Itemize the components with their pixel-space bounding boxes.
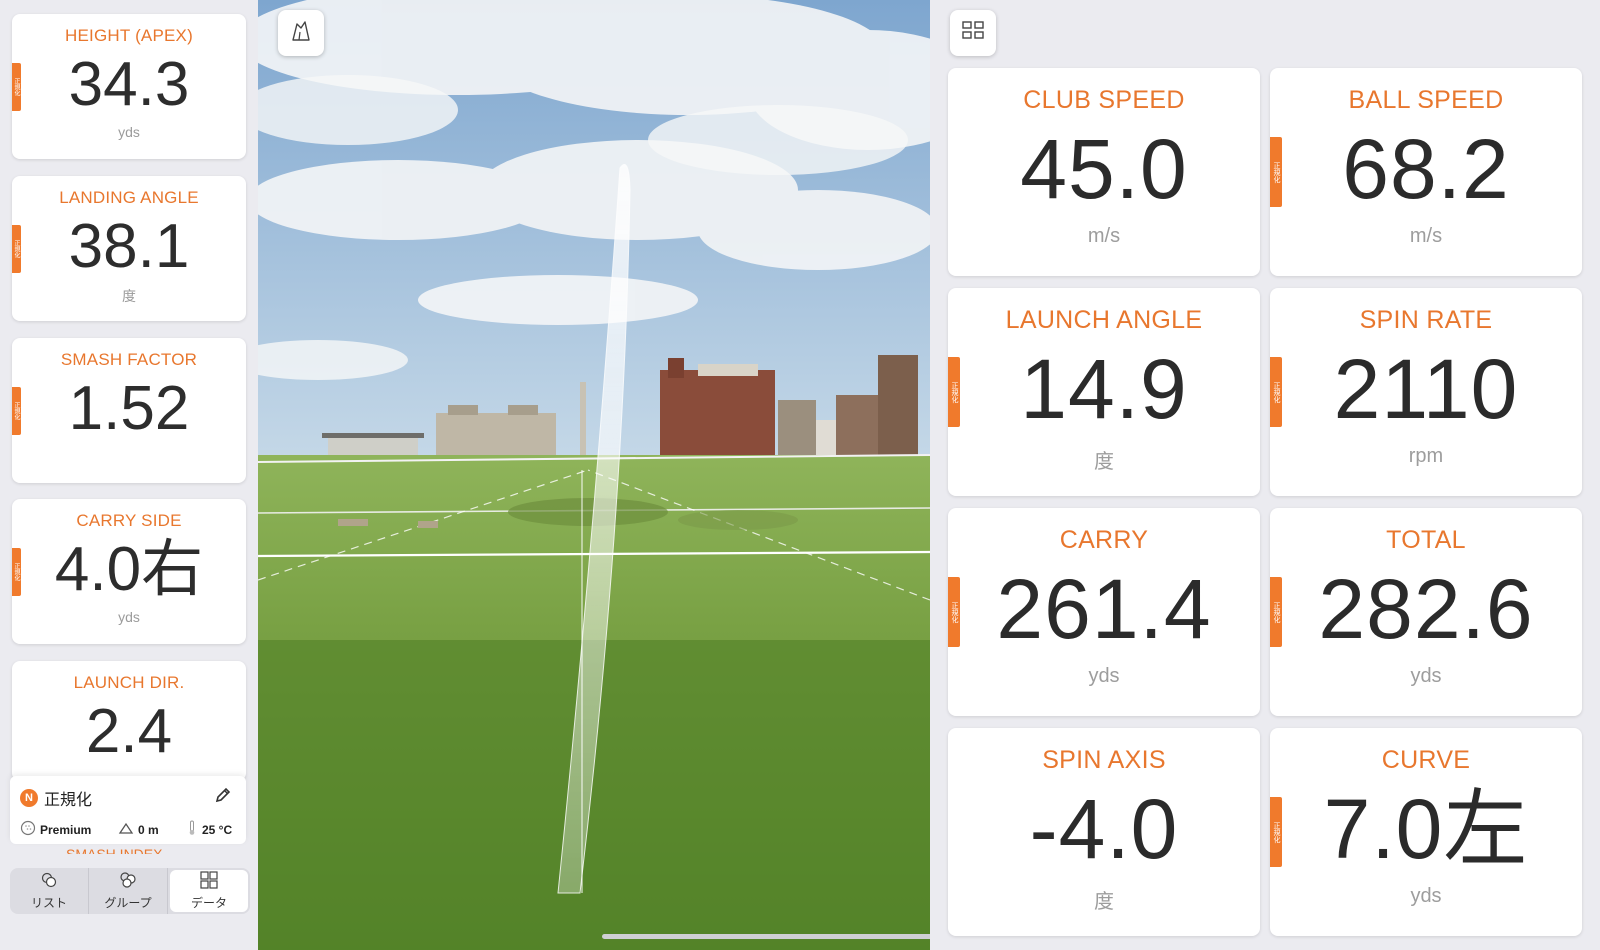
metric-card-launch-angle[interactable]: 正規化 LAUNCH ANGLE 14.9 度 <box>948 288 1260 496</box>
hidden-metric-peek: SMASH INDEX <box>66 846 163 854</box>
tab-list[interactable]: リスト <box>10 868 89 914</box>
pencil-edit-icon[interactable] <box>212 784 234 806</box>
metric-card-total[interactable]: 正規化 TOTAL 282.6 yds <box>1270 508 1582 716</box>
metric-label: CARRY <box>1059 526 1149 554</box>
normalized-tag: 正規化 <box>12 62 21 111</box>
metric-label: SPIN AXIS <box>1042 746 1166 774</box>
normalized-tag: 正規化 <box>948 357 960 427</box>
metric-label: TOTAL <box>1386 526 1466 554</box>
metric-value: 261.4 <box>996 562 1212 656</box>
metric-unit: m/s <box>1087 225 1121 247</box>
metric-card-ball-speed[interactable]: 正規化 BALL SPEED 68.2 m/s <box>1270 68 1582 276</box>
layout-grid-button[interactable] <box>950 10 996 56</box>
metric-label: CARRY SIDE <box>76 511 182 530</box>
metric-label: SPIN RATE <box>1359 306 1493 334</box>
course-scene-illustration <box>258 0 930 950</box>
metric-card-curve[interactable]: 正規化 CURVE 7.0左 yds <box>1270 728 1582 936</box>
metric-value: 282.6 <box>1318 562 1534 656</box>
ball-type-label: Premium <box>40 822 92 837</box>
metric-unit: yds <box>1088 665 1120 687</box>
view-tab-bar: リスト グループ データ <box>10 868 250 914</box>
metric-unit: yds <box>1410 665 1442 687</box>
metric-unit: m/s <box>1409 225 1443 247</box>
left-metrics-column: 正規化 HEIGHT (APEX) 34.3 yds 正規化 LANDING A… <box>0 0 258 950</box>
normalized-tag: 正規化 <box>12 386 21 435</box>
metric-unit: 度 <box>122 288 136 304</box>
golf-course-3d-view[interactable] <box>258 0 930 950</box>
metric-label: LANDING ANGLE <box>59 188 199 207</box>
metric-value: 2110 <box>1333 342 1519 436</box>
metric-value: 45.0 <box>1020 122 1188 216</box>
metric-card-spin-rate[interactable]: 正規化 SPIN RATE 2110 rpm <box>1270 288 1582 496</box>
altitude-value: 0 m <box>138 822 159 837</box>
group-balls-icon <box>118 871 138 892</box>
normalized-tag: 正規化 <box>1270 577 1282 647</box>
temperature: 25 °C <box>186 820 232 839</box>
metric-label: BALL SPEED <box>1348 86 1504 114</box>
normalized-tag: 正規化 <box>12 224 21 273</box>
tab-data[interactable]: データ <box>170 870 248 912</box>
metric-label: LAUNCH DIR. <box>73 673 185 692</box>
perspective-view-icon <box>289 19 313 48</box>
metric-card-carry-side[interactable]: 正規化 CARRY SIDE 4.0右 yds <box>12 499 246 644</box>
normalize-label: 正規化 <box>44 792 93 809</box>
thermometer-icon <box>186 820 198 839</box>
metric-card-carry[interactable]: 正規化 CARRY 261.4 yds <box>948 508 1260 716</box>
golf-ball-icon <box>20 820 36 839</box>
metric-label: HEIGHT (APEX) <box>65 26 193 45</box>
metric-value: 7.0左 <box>1323 782 1529 876</box>
metric-card-landing-angle[interactable]: 正規化 LANDING ANGLE 38.1 度 <box>12 176 246 321</box>
metric-card-club-speed[interactable]: CLUB SPEED 45.0 m/s <box>948 68 1260 276</box>
tab-label: リスト <box>30 896 67 910</box>
metric-card-height-apex[interactable]: 正規化 HEIGHT (APEX) 34.3 yds <box>12 14 246 159</box>
metric-value: 68.2 <box>1342 122 1510 216</box>
conditions-row: Premium 0 m 25 °C <box>20 820 236 839</box>
metric-value: -4.0 <box>1029 782 1179 876</box>
temperature-value: 25 °C <box>202 822 233 837</box>
list-balls-icon <box>39 871 59 892</box>
metric-unit: 度 <box>1094 451 1114 473</box>
metric-value: 4.0右 <box>54 535 204 604</box>
tab-label: グループ <box>104 896 152 910</box>
metric-unit: yds <box>118 124 140 140</box>
metric-value: 14.9 <box>1020 342 1188 436</box>
tab-group[interactable]: グループ <box>89 868 168 914</box>
camera-view-button[interactable] <box>278 10 324 56</box>
normalization-status-panel: N 正規化 Premium 0 m 25 °C <box>10 776 246 844</box>
metric-label: SMASH FACTOR <box>60 350 198 369</box>
metric-value: 34.3 <box>68 50 190 119</box>
metric-value: 2.4 <box>85 697 173 766</box>
normalized-tag: 正規化 <box>1270 357 1282 427</box>
metric-card-smash-factor[interactable]: 正規化 SMASH FACTOR 1.52 <box>12 338 246 483</box>
metric-label: CURVE <box>1381 746 1471 774</box>
metric-unit: 度 <box>1094 891 1114 913</box>
normalize-badge-icon: N <box>20 789 38 807</box>
metric-card-spin-axis[interactable]: SPIN AXIS -4.0 度 <box>948 728 1260 936</box>
normalized-tag: 正規化 <box>12 547 21 596</box>
metric-unit: yds <box>1410 885 1442 907</box>
tab-label: データ <box>190 896 227 910</box>
normalized-tag: 正規化 <box>1270 797 1282 867</box>
mountain-altitude-icon <box>118 821 134 838</box>
metric-value: 38.1 <box>68 212 190 281</box>
metric-label: CLUB SPEED <box>1023 86 1185 114</box>
metric-unit: yds <box>118 609 140 625</box>
normalized-tag: 正規化 <box>1270 137 1282 207</box>
normalize-row: N 正規化 <box>20 786 92 810</box>
altitude: 0 m <box>118 821 186 838</box>
data-grid-icon <box>199 871 219 892</box>
ball-type: Premium <box>20 820 118 839</box>
metric-label: LAUNCH ANGLE <box>1005 306 1203 334</box>
normalized-tag: 正規化 <box>948 577 960 647</box>
metric-card-launch-dir[interactable]: LAUNCH DIR. 2.4 <box>12 661 246 781</box>
grid-layout-icon <box>960 19 986 48</box>
metric-unit: rpm <box>1408 445 1444 467</box>
metric-value: 1.52 <box>68 374 190 443</box>
